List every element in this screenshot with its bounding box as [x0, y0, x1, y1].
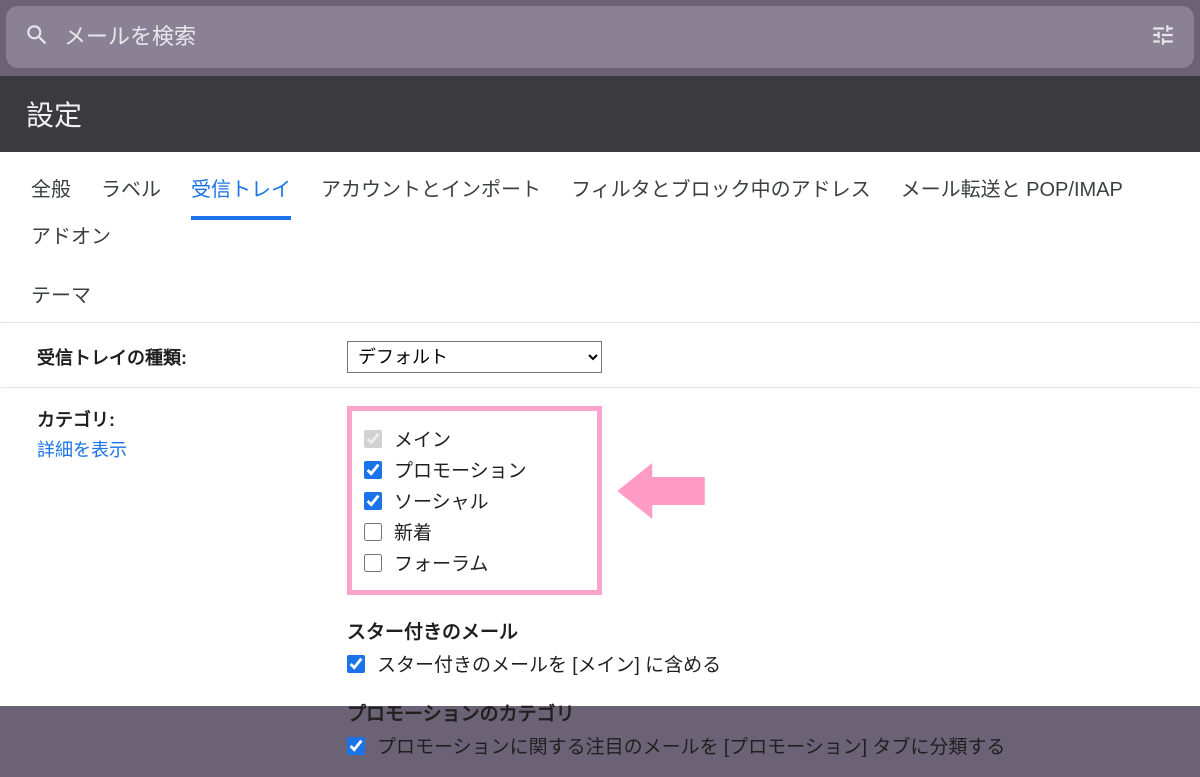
- promo-category-section: プロモーションのカテゴリ プロモーションに関する注目のメールを [プロモーション…: [347, 699, 1163, 759]
- starred-option-label: スター付きのメールを [メイン] に含める: [377, 650, 721, 677]
- tab-inbox[interactable]: 受信トレイ: [191, 173, 291, 220]
- category-updates-label: 新着: [394, 518, 432, 545]
- promo-category-checkbox[interactable]: [347, 737, 365, 755]
- category-primary-checkbox: [364, 430, 382, 448]
- category-forums-label: フォーラム: [394, 549, 488, 576]
- promo-category-title: プロモーションのカテゴリ: [347, 699, 1163, 726]
- promo-category-option[interactable]: プロモーションに関する注目のメールを [プロモーション] タブに分類する: [347, 732, 1163, 759]
- category-promotions-checkbox[interactable]: [364, 461, 382, 479]
- category-forums[interactable]: フォーラム: [364, 549, 527, 576]
- tab-forwarding[interactable]: メール転送と POP/IMAP: [901, 173, 1123, 220]
- tab-general[interactable]: 全般: [31, 173, 71, 220]
- tab-addons[interactable]: アドオン: [31, 220, 111, 263]
- category-social-label: ソーシャル: [394, 487, 489, 514]
- search-icon: [24, 22, 50, 53]
- category-promotions-label: プロモーション: [394, 456, 527, 483]
- tab-theme[interactable]: テーマ: [31, 279, 91, 308]
- tab-labels[interactable]: ラベル: [101, 173, 161, 220]
- search-options-icon[interactable]: [1150, 22, 1176, 53]
- tab-filters[interactable]: フィルタとブロック中のアドレス: [571, 173, 871, 220]
- starred-option[interactable]: スター付きのメールを [メイン] に含める: [347, 650, 1163, 677]
- categories-label: カテゴリ:: [37, 406, 347, 432]
- settings-tabs: 全般 ラベル 受信トレイ アカウントとインポート フィルタとブロック中のアドレス…: [1, 153, 1199, 263]
- settings-content: 受信トレイの種類: デフォルト カテゴリ: 詳細を表示 メイン: [1, 323, 1199, 777]
- settings-title: 設定: [0, 76, 1200, 152]
- promo-category-option-label: プロモーションに関する注目のメールを [プロモーション] タブに分類する: [377, 732, 1005, 759]
- category-updates[interactable]: 新着: [364, 518, 527, 545]
- categories-highlight-box: メイン プロモーション ソーシャル 新着: [347, 406, 602, 595]
- search-input[interactable]: [64, 24, 1150, 50]
- inbox-type-label: 受信トレイの種類:: [37, 344, 347, 370]
- category-primary-label: メイン: [394, 425, 451, 452]
- starred-section: スター付きのメール スター付きのメールを [メイン] に含める: [347, 617, 1163, 677]
- category-forums-checkbox[interactable]: [364, 554, 382, 572]
- category-primary: メイン: [364, 425, 527, 452]
- category-updates-checkbox[interactable]: [364, 523, 382, 541]
- inbox-type-select[interactable]: デフォルト: [347, 341, 602, 373]
- starred-checkbox[interactable]: [347, 655, 365, 673]
- settings-body: 全般 ラベル 受信トレイ アカウントとインポート フィルタとブロック中のアドレス…: [0, 152, 1200, 706]
- categories-details-link[interactable]: 詳細を表示: [37, 436, 347, 462]
- inbox-type-row: 受信トレイの種類: デフォルト: [1, 323, 1199, 388]
- categories-row: カテゴリ: 詳細を表示 メイン プロモーション ソーシャル: [1, 388, 1199, 777]
- tab-accounts[interactable]: アカウントとインポート: [321, 173, 541, 220]
- annotation-arrow-icon: [617, 456, 705, 526]
- search-bar[interactable]: [6, 6, 1194, 68]
- settings-tabs-row2: テーマ: [1, 263, 1199, 323]
- category-social-checkbox[interactable]: [364, 492, 382, 510]
- category-social[interactable]: ソーシャル: [364, 487, 527, 514]
- starred-title: スター付きのメール: [347, 617, 1163, 644]
- category-promotions[interactable]: プロモーション: [364, 456, 527, 483]
